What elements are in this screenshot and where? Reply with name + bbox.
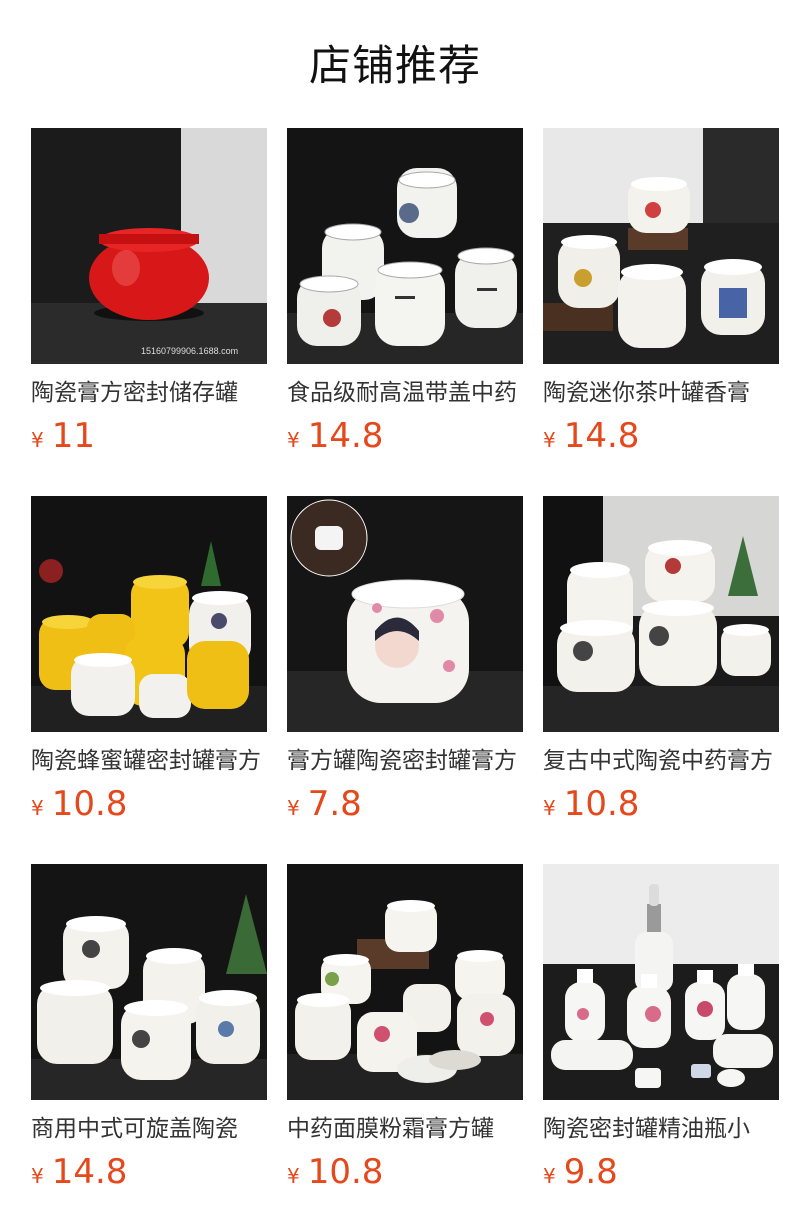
product-price: ¥14.8 [287, 416, 523, 462]
price-value: 10.8 [563, 784, 640, 824]
price-value: 14.8 [51, 1152, 128, 1192]
currency-symbol: ¥ [543, 1164, 556, 1188]
product-card[interactable]: 食品级耐高温带盖中药 ¥14.8 [287, 128, 523, 462]
product-price: ¥10.8 [31, 784, 267, 830]
product-image-screw-lid-ceramic-jars[interactable] [31, 864, 267, 1100]
product-title[interactable]: 陶瓷蜂蜜罐密封罐膏方 [31, 744, 267, 778]
product-card[interactable]: 商用中式可旋盖陶瓷 ¥14.8 [31, 864, 267, 1198]
currency-symbol: ¥ [287, 1164, 300, 1188]
product-price: ¥7.8 [287, 784, 523, 830]
currency-symbol: ¥ [31, 428, 44, 452]
price-value: 9.8 [563, 1152, 618, 1192]
currency-symbol: ¥ [31, 1164, 44, 1188]
page-title: 店铺推荐 [308, 41, 481, 90]
product-title[interactable]: 陶瓷膏方密封储存罐 [31, 376, 267, 410]
price-value: 14.8 [563, 416, 640, 456]
product-title[interactable]: 膏方罐陶瓷密封罐膏方 [287, 744, 523, 778]
price-value: 10.8 [307, 1152, 384, 1192]
product-card[interactable]: 复古中式陶瓷中药膏方 ¥10.8 [543, 496, 779, 830]
product-card[interactable]: 中药面膜粉霜膏方罐 ¥10.8 [287, 864, 523, 1198]
price-value: 10.8 [51, 784, 128, 824]
product-image-painted-lady-jar[interactable] [287, 496, 523, 732]
image-caption: 15160799906.1688.com [141, 346, 238, 356]
product-image-retro-chinese-medicine-jars[interactable] [543, 496, 779, 732]
product-card[interactable]: 陶瓷迷你茶叶罐香膏 ¥14.8 [543, 128, 779, 462]
product-image-red-ceramic-jar[interactable]: 15160799906.1688.com [31, 128, 267, 364]
product-price: ¥11 [31, 416, 267, 462]
price-value: 11 [51, 416, 95, 456]
product-card[interactable]: 15160799906.1688.com 陶瓷膏方密封储存罐 ¥11 [31, 128, 267, 462]
product-price: ¥14.8 [31, 1152, 267, 1198]
product-card[interactable]: 陶瓷密封罐精油瓶小 ¥9.8 [543, 864, 779, 1198]
product-price: ¥14.8 [543, 416, 779, 462]
product-title[interactable]: 陶瓷密封罐精油瓶小 [543, 1112, 779, 1146]
currency-symbol: ¥ [543, 796, 556, 820]
product-title[interactable]: 商用中式可旋盖陶瓷 [31, 1112, 267, 1146]
product-card[interactable]: 膏方罐陶瓷密封罐膏方 ¥7.8 [287, 496, 523, 830]
product-card[interactable]: 陶瓷蜂蜜罐密封罐膏方 ¥10.8 [31, 496, 267, 830]
product-image-floral-face-mask-jars[interactable] [287, 864, 523, 1100]
product-price: ¥10.8 [287, 1152, 523, 1198]
product-image-essential-oil-bottles[interactable] [543, 864, 779, 1100]
product-title[interactable]: 中药面膜粉霜膏方罐 [287, 1112, 523, 1146]
product-title[interactable]: 食品级耐高温带盖中药 [287, 376, 523, 410]
price-value: 14.8 [307, 416, 384, 456]
product-price: ¥9.8 [543, 1152, 779, 1198]
product-title[interactable]: 复古中式陶瓷中药膏方 [543, 744, 779, 778]
price-value: 7.8 [307, 784, 362, 824]
product-image-yellow-and-white-honey-jars[interactable] [31, 496, 267, 732]
product-image-white-calligraphy-jars[interactable] [287, 128, 523, 364]
product-image-mini-tea-jars-on-stand[interactable] [543, 128, 779, 364]
product-title[interactable]: 陶瓷迷你茶叶罐香膏 [543, 376, 779, 410]
product-price: ¥10.8 [543, 784, 779, 830]
currency-symbol: ¥ [287, 796, 300, 820]
currency-symbol: ¥ [543, 428, 556, 452]
currency-symbol: ¥ [287, 428, 300, 452]
currency-symbol: ¥ [31, 796, 44, 820]
